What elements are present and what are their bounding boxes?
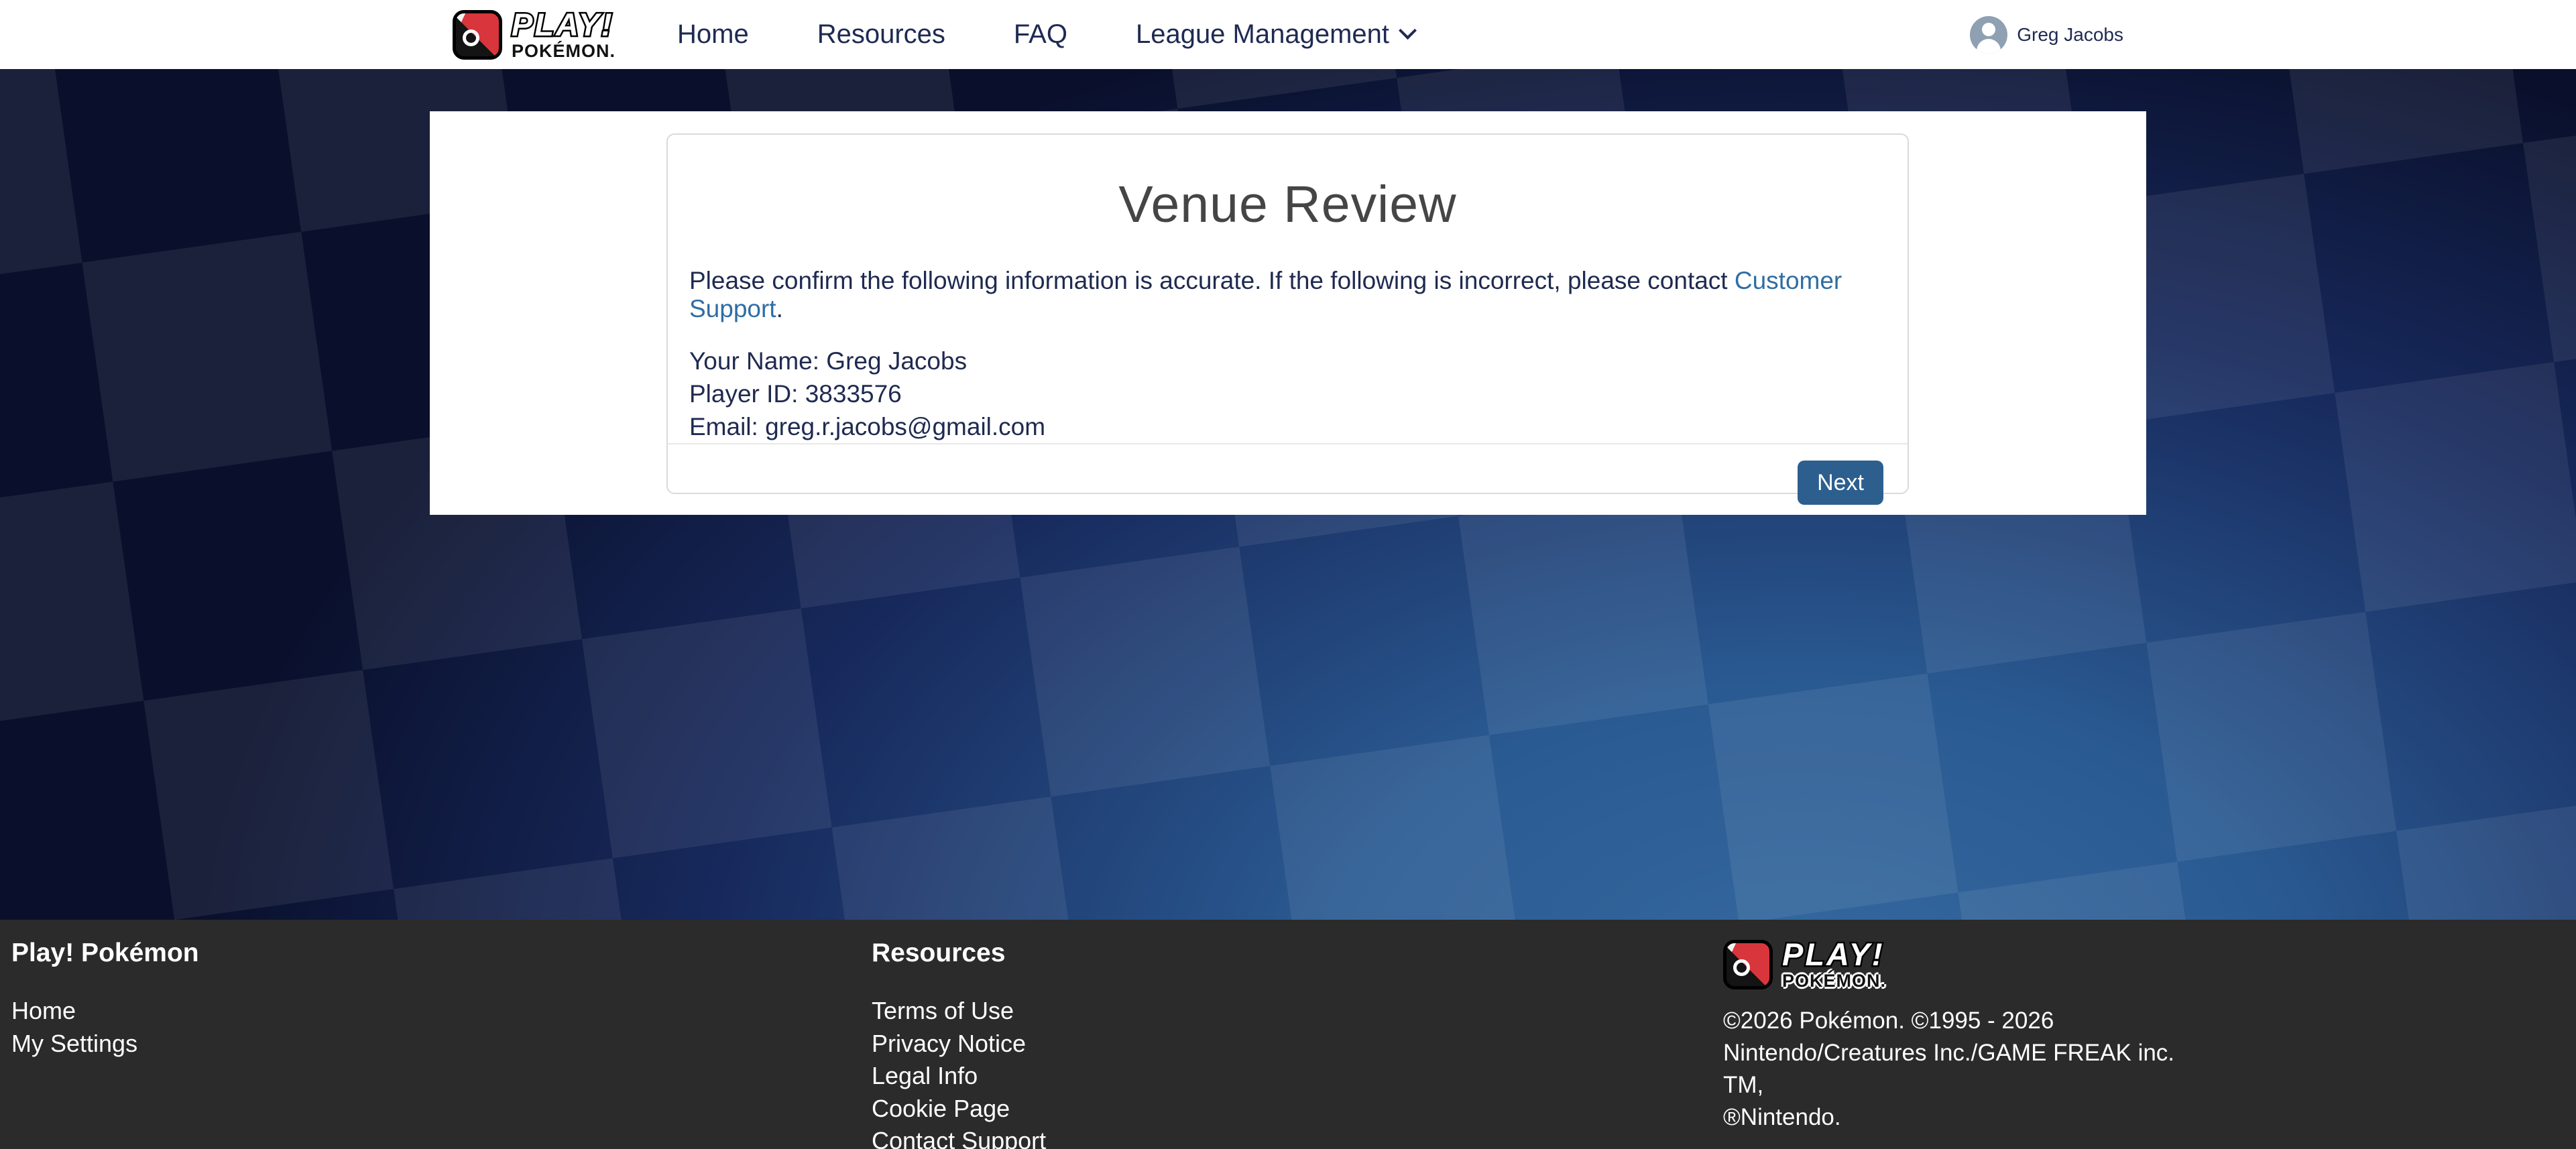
nav-item-faq[interactable]: FAQ bbox=[1014, 19, 1067, 50]
footer-heading-play-pokemon: Play! Pokémon bbox=[11, 939, 199, 968]
footer-column-resources: Resources Terms of Use Privacy Notice Le… bbox=[872, 939, 1046, 1149]
top-navbar: PLAY! POKÉMON. Home Resources FAQ League… bbox=[0, 0, 2576, 69]
footer-link-my-settings[interactable]: My Settings bbox=[11, 1028, 199, 1061]
footer-link-legal-info[interactable]: Legal Info bbox=[872, 1060, 1046, 1093]
venue-review-panel: Venue Review Please confirm the followin… bbox=[666, 133, 1909, 494]
page: PLAY! POKÉMON. Home Resources FAQ League… bbox=[0, 0, 2576, 1149]
footer-link-cookie-page[interactable]: Cookie Page bbox=[872, 1093, 1046, 1126]
panel-body: Venue Review Please confirm the followin… bbox=[668, 135, 1908, 443]
main-content: Venue Review Please confirm the followin… bbox=[0, 69, 2576, 920]
footer-logo-play-text: PLAY! bbox=[1782, 939, 1886, 970]
footer-column-legal: PLAY! POKÉMON. ©2026 Pokémon. ©1995 - 20… bbox=[1723, 939, 2219, 1134]
pokeball-emblem-icon bbox=[453, 10, 502, 60]
copyright-text: ©2026 Pokémon. ©1995 - 2026 Nintendo/Cre… bbox=[1723, 1005, 2219, 1134]
page-footer: Play! Pokémon Home My Settings Resources… bbox=[0, 920, 2576, 1149]
footer-link-contact-support[interactable]: Contact Support bbox=[872, 1125, 1046, 1149]
next-button[interactable]: Next bbox=[1798, 461, 1883, 505]
panel-footer: Next bbox=[668, 443, 1908, 521]
primary-nav: Home Resources FAQ League Management bbox=[677, 19, 1414, 50]
logo-play-text: PLAY! bbox=[512, 9, 616, 40]
nav-item-league-management[interactable]: League Management bbox=[1136, 19, 1414, 50]
user-avatar-icon bbox=[1970, 16, 2007, 54]
your-name-line: Your Name: Greg Jacobs bbox=[689, 345, 1886, 377]
footer-link-privacy-notice[interactable]: Privacy Notice bbox=[872, 1028, 1046, 1061]
logo-pokemon-text: POKÉMON. bbox=[512, 42, 616, 60]
user-name: Greg Jacobs bbox=[2017, 24, 2123, 46]
footer-play-pokemon-logo: PLAY! POKÉMON. bbox=[1723, 939, 2219, 990]
chevron-down-icon bbox=[1399, 21, 1417, 40]
page-title: Venue Review bbox=[689, 175, 1886, 235]
email-line: Email: greg.r.jacobs@gmail.com bbox=[689, 410, 1886, 443]
footer-logo-wordmark: PLAY! POKÉMON. bbox=[1782, 939, 1886, 990]
content-card: Venue Review Please confirm the followin… bbox=[430, 111, 2146, 515]
copyright-line-3: ®Nintendo. bbox=[1723, 1101, 2219, 1134]
user-menu[interactable]: Greg Jacobs bbox=[1970, 16, 2123, 54]
nav-item-home[interactable]: Home bbox=[677, 19, 749, 50]
footer-link-home[interactable]: Home bbox=[11, 995, 199, 1028]
nav-item-resources[interactable]: Resources bbox=[817, 19, 945, 50]
footer-heading-resources: Resources bbox=[872, 939, 1046, 968]
copyright-line-1: ©2026 Pokémon. ©1995 - 2026 bbox=[1723, 1005, 2219, 1037]
footer-column-play-pokemon: Play! Pokémon Home My Settings bbox=[11, 939, 199, 1060]
footer-pokeball-emblem-icon bbox=[1723, 940, 1773, 989]
player-id-line: Player ID: 3833576 bbox=[689, 377, 1886, 410]
logo-wordmark: PLAY! POKÉMON. bbox=[512, 9, 616, 60]
confirmation-text: Please confirm the following information… bbox=[689, 267, 1886, 323]
confirmation-text-prefix: Please confirm the following information… bbox=[689, 267, 1735, 294]
navbar-container: PLAY! POKÉMON. Home Resources FAQ League… bbox=[453, 0, 2123, 69]
footer-logo-pokemon-text: POKÉMON. bbox=[1782, 972, 1886, 990]
play-pokemon-logo[interactable]: PLAY! POKÉMON. bbox=[453, 9, 616, 60]
copyright-line-2: Nintendo/Creatures Inc./GAME FREAK inc. … bbox=[1723, 1037, 2219, 1101]
confirmation-text-suffix: . bbox=[776, 295, 783, 322]
footer-link-terms-of-use[interactable]: Terms of Use bbox=[872, 995, 1046, 1028]
nav-item-league-management-label: League Management bbox=[1136, 19, 1389, 50]
